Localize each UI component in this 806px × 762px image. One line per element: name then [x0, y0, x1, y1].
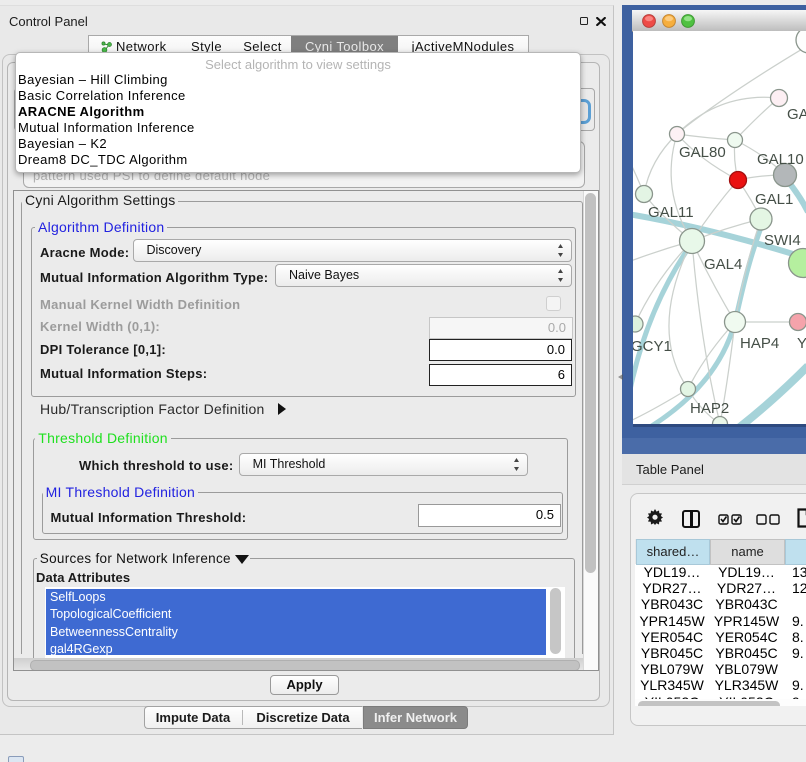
svg-text:GAL10: GAL10 — [757, 151, 804, 168]
svg-text:GAL4: GAL4 — [704, 256, 742, 273]
svg-text:GCY1: GCY1 — [633, 338, 672, 355]
svg-text:Y: Y — [797, 335, 806, 352]
svg-text:GAL1: GAL1 — [755, 191, 793, 208]
svg-text:GAL11: GAL11 — [648, 204, 694, 221]
svg-text:GAL: GAL — [787, 106, 806, 123]
svg-text:SWI4: SWI4 — [764, 232, 801, 249]
svg-text:HAP2: HAP2 — [690, 400, 729, 417]
svg-text:GAL80: GAL80 — [679, 144, 726, 161]
svg-text:HAP4: HAP4 — [740, 335, 779, 352]
